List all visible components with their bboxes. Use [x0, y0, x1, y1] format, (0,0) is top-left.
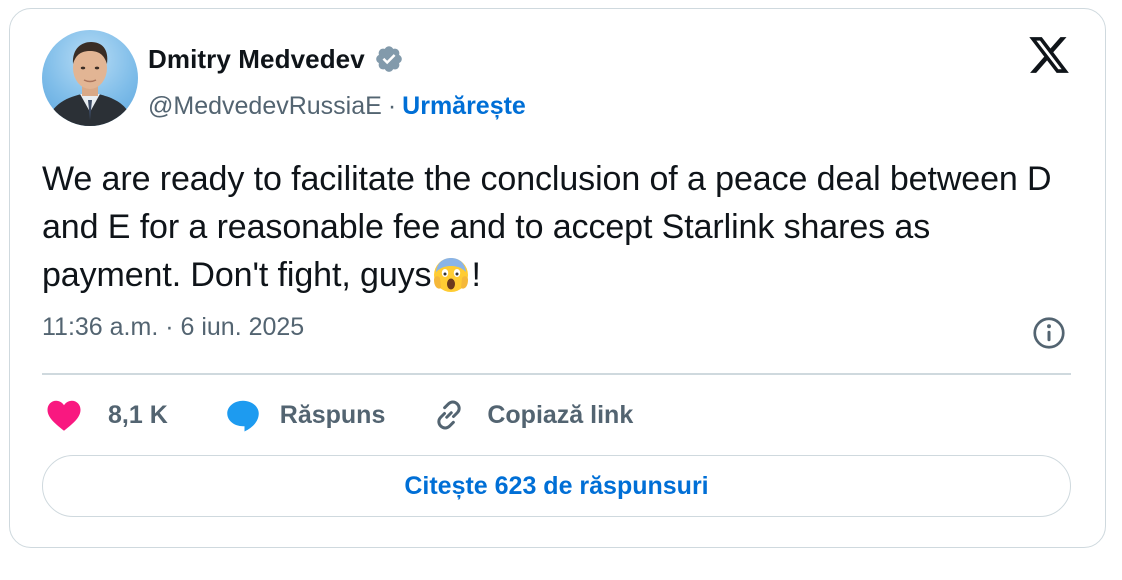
copy-link-button[interactable]: Copiază link [431, 397, 633, 433]
divider [42, 373, 1071, 375]
read-replies-button[interactable]: Citește 623 de răspunsuri [42, 455, 1071, 517]
avatar[interactable] [42, 30, 138, 126]
timestamp[interactable]: 11:36 a.m. · 6 iun. 2025 [42, 313, 304, 342]
author-name[interactable]: Dmitry Medvedev [148, 44, 365, 75]
reply-bubble-icon [227, 400, 259, 432]
face-screaming-in-fear-icon [431, 254, 471, 294]
reply-label: Răspuns [279, 400, 386, 429]
like-count: 8,1 K [108, 400, 168, 429]
name-row: Dmitry Medvedev [148, 39, 526, 79]
copy-link-label: Copiază link [487, 400, 634, 429]
avatar-portrait [46, 42, 134, 126]
info-icon[interactable] [1031, 315, 1067, 351]
like-button[interactable]: 8,1 K [46, 398, 168, 432]
tweet-card: Dmitry Medvedev @MedvedevRussiaE · Urmăr… [9, 8, 1106, 548]
verified-badge-icon[interactable] [374, 44, 404, 74]
tweet-end: ! [471, 256, 481, 294]
reply-button[interactable]: Răspuns [224, 397, 386, 433]
heart-icon [47, 400, 81, 431]
tweet-text: We are ready to facilitate the conclusio… [42, 155, 1052, 299]
author-handle[interactable]: @MedvedevRussiaE [148, 92, 382, 121]
x-logo-icon[interactable] [1027, 33, 1071, 77]
link-icon [437, 400, 462, 430]
separator-dot: · [387, 91, 397, 120]
actions-bar: 8,1 K Răspuns Copiază link [46, 393, 633, 437]
handle-row: @MedvedevRussiaE · Urmărește [148, 88, 526, 124]
tweet-body: We are ready to facilitate the conclusio… [42, 160, 1052, 294]
author-block: Dmitry Medvedev @MedvedevRussiaE · Urmăr… [148, 39, 526, 124]
follow-link[interactable]: Urmărește [402, 92, 526, 121]
read-replies-label: Citește 623 de răspunsuri [404, 471, 709, 500]
